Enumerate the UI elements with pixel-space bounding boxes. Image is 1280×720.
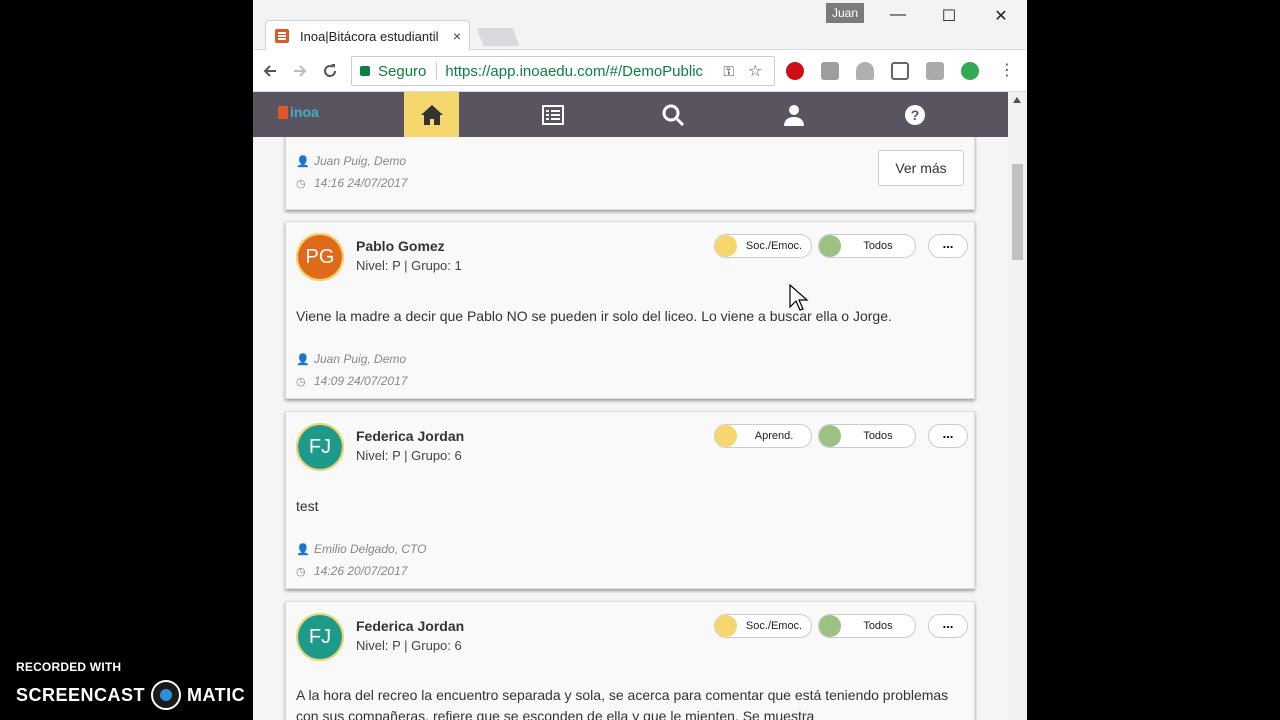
entry-card: FJ Federica Jordan Nivel: P | Grupo: 6 S… <box>285 601 975 720</box>
feed-content: 👤 Juan Puig, Demo ◷ 14:16 24/07/2017 Ver… <box>253 137 1008 720</box>
maximize-button[interactable]: ☐ <box>934 6 964 26</box>
url-text: https://app.inoaedu.com/#/DemoPublic <box>445 62 704 80</box>
mouse-cursor-icon <box>789 284 809 311</box>
secure-label: Seguro <box>378 62 427 80</box>
nav-search[interactable] <box>645 92 700 137</box>
social-emotional-icon <box>715 615 737 637</box>
avatar: PG <box>296 233 344 281</box>
user-icon: 👤 <box>296 543 310 556</box>
browser-window: Inoa|Bitácora estudiantil × Juan — ☐ ✕ S… <box>253 0 1027 720</box>
entry-time: ◷ 14:09 24/07/2017 <box>296 374 408 388</box>
page-scrollbar[interactable] <box>1008 92 1027 720</box>
watermark-line1: RECORDED WITH <box>16 660 122 674</box>
address-bar[interactable]: Seguro https://app.inoaedu.com/#/DemoPub… <box>351 56 775 86</box>
learning-icon <box>715 425 737 447</box>
category-tag[interactable]: Soc./Emoc. <box>714 234 812 258</box>
more-options-button[interactable]: ... <box>928 234 968 258</box>
watermark-line2a: SCREENCAST <box>16 684 146 705</box>
student-level: Nivel: P | Grupo: 6 <box>356 638 462 653</box>
tab-inoa[interactable]: Inoa|Bitácora estudiantil × <box>265 20 470 51</box>
group-icon <box>819 615 841 637</box>
student-name[interactable]: Federica Jordan <box>356 618 464 634</box>
nav-list[interactable] <box>525 92 580 137</box>
search-icon <box>662 104 684 126</box>
ver-mas-button[interactable]: Ver más <box>878 150 964 186</box>
avatar: FJ <box>296 423 344 471</box>
opera-extension-icon[interactable] <box>786 62 804 80</box>
student-name[interactable]: Pablo Gomez <box>356 238 445 254</box>
inoa-logo[interactable]: inoa <box>278 104 319 120</box>
screencast-logo-icon <box>151 680 182 710</box>
new-tab-button[interactable] <box>476 28 520 46</box>
social-emotional-icon <box>715 235 737 257</box>
category-tag[interactable]: Aprend. <box>714 424 812 448</box>
student-level: Nivel: P | Grupo: 1 <box>356 258 462 273</box>
screencast-watermark: RECORDED WITH SCREENCAST MATIC <box>16 660 245 710</box>
profile-user-badge[interactable]: Juan <box>826 3 865 23</box>
watermark-line2b: MATIC <box>187 684 246 705</box>
nav-help[interactable]: ? <box>887 92 942 137</box>
cast-icon[interactable] <box>891 62 909 80</box>
entry-time: ◷ 14:16 24/07/2017 <box>296 176 408 190</box>
visibility-tag[interactable]: Todos <box>818 234 916 258</box>
user-icon <box>783 104 804 126</box>
scroll-up-arrow-icon[interactable] <box>1013 97 1021 103</box>
scroll-thumb[interactable] <box>1012 164 1023 260</box>
entry-text: test <box>296 498 319 514</box>
student-name[interactable]: Federica Jordan <box>356 428 464 444</box>
app-navbar: inoa ? <box>253 92 1008 137</box>
key-icon[interactable]: ⚿ <box>723 63 734 80</box>
entry-card: 👤 Juan Puig, Demo ◷ 14:16 24/07/2017 Ver… <box>285 137 975 210</box>
category-tag[interactable]: Soc./Emoc. <box>714 614 812 638</box>
mail-extension-icon[interactable] <box>926 62 944 80</box>
drive-extension-icon[interactable] <box>856 62 874 80</box>
svg-text:?: ? <box>910 107 919 123</box>
clock-icon: ◷ <box>296 565 306 578</box>
nav-profile[interactable] <box>766 92 821 137</box>
nav-home[interactable] <box>404 92 459 137</box>
bookmark-star-icon[interactable]: ☆ <box>748 61 762 81</box>
avatar: FJ <box>296 613 344 661</box>
entry-card: FJ Federica Jordan Nivel: P | Grupo: 6 A… <box>285 411 975 589</box>
minimize-button[interactable]: — <box>883 6 913 24</box>
forward-arrow-icon[interactable] <box>291 62 309 80</box>
reload-icon[interactable] <box>321 62 339 80</box>
entry-card: PG Pablo Gomez Nivel: P | Grupo: 1 Soc./… <box>285 221 975 399</box>
clock-icon: ◷ <box>296 375 306 388</box>
browser-toolbar: Seguro https://app.inoaedu.com/#/DemoPub… <box>253 50 1027 92</box>
entry-author: 👤 Juan Puig, Demo <box>296 352 407 366</box>
list-icon <box>541 104 564 125</box>
logo-text: inoa <box>290 104 319 120</box>
inoa-favicon-icon <box>275 29 289 43</box>
inoa-logo-icon <box>278 105 288 119</box>
grammar-extension-icon[interactable] <box>961 62 979 80</box>
tab-title: Inoa|Bitácora estudiantil <box>300 28 439 44</box>
close-window-button[interactable]: ✕ <box>986 6 1016 26</box>
entry-text: A la hora del recreo la encuentro separa… <box>296 687 949 720</box>
user-icon: 👤 <box>296 155 310 168</box>
more-options-button[interactable]: ... <box>928 614 968 638</box>
visibility-tag[interactable]: Todos <box>818 424 916 448</box>
student-level: Nivel: P | Grupo: 6 <box>356 448 462 463</box>
lock-icon <box>360 66 370 76</box>
tab-close-icon[interactable]: × <box>453 28 461 44</box>
home-icon <box>420 104 443 125</box>
clock-icon: ◷ <box>296 177 306 190</box>
back-arrow-icon[interactable] <box>261 62 279 80</box>
group-icon <box>819 235 841 257</box>
entry-author: 👤 Emilio Delgado, CTO <box>296 542 427 556</box>
user-icon: 👤 <box>296 353 310 366</box>
help-icon: ? <box>904 104 925 125</box>
more-options-button[interactable]: ... <box>928 424 968 448</box>
entry-author: 👤 Juan Puig, Demo <box>296 154 407 168</box>
entry-text: Viene la madre a decir que Pablo NO se p… <box>296 308 892 324</box>
entry-time: ◷ 14:26 20/07/2017 <box>296 564 408 578</box>
extension-icon[interactable] <box>821 62 839 80</box>
visibility-tag[interactable]: Todos <box>818 614 916 638</box>
group-icon <box>819 425 841 447</box>
menu-kebab-icon[interactable]: ⋮ <box>999 62 1015 80</box>
title-bar: Inoa|Bitácora estudiantil × Juan — ☐ ✕ <box>253 0 1027 51</box>
